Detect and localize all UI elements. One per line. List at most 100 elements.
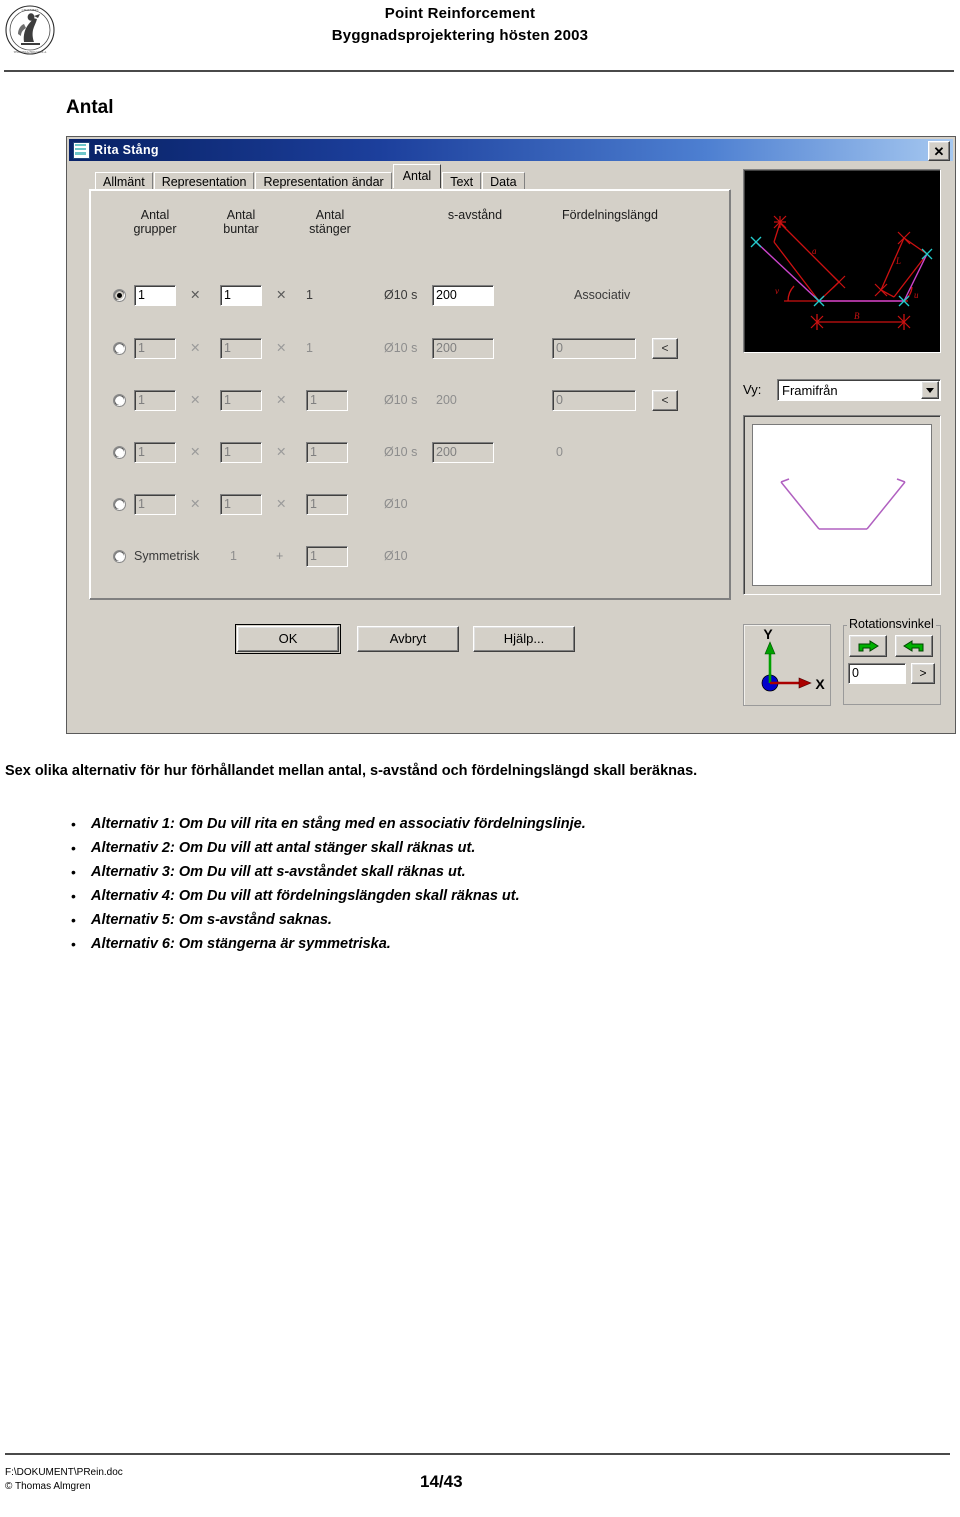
row2-pick-button[interactable]: <: [652, 338, 678, 359]
rotation-angle-group: Rotationsvinkel 0 >: [843, 617, 941, 705]
page-header: CHALMERS TEKNISKA HÖGSKOLA Point Reinfor…: [0, 0, 960, 78]
row4-diameter-label: Ø10 s: [384, 445, 418, 459]
list-item: Alternativ 1: Om Du vill rita en stång m…: [5, 812, 765, 836]
list-item: Alternativ 4: Om Du vill att fördelnings…: [5, 884, 765, 908]
row2-s-avstand-input[interactable]: 200: [432, 338, 494, 359]
radio-alternativ-6[interactable]: [113, 550, 126, 563]
dialog-titlebar[interactable]: Rita Stång ✕: [69, 139, 953, 161]
radio-alternativ-3[interactable]: [113, 394, 126, 407]
svg-text:TEKNISKA HÖGSKOLA: TEKNISKA HÖGSKOLA: [13, 49, 47, 54]
list-item: Alternativ 2: Om Du vill att antal stäng…: [5, 836, 765, 860]
row3-antal-buntar-input[interactable]: 1: [220, 390, 262, 411]
tab-antal[interactable]: Antal: [392, 164, 442, 188]
symmetrisk-left-value: 1: [230, 549, 237, 563]
rebar-3d-preview[interactable]: a L v u B: [743, 169, 941, 353]
row3-fordelningslangd-input[interactable]: 0: [552, 390, 636, 411]
alternative-row-1: 1 ✕ 1 ✕ 1 Ø10 s 200 Associativ: [90, 285, 730, 315]
rotate-right-icon[interactable]: [849, 635, 887, 657]
row2-antal-stanger-value: 1: [306, 341, 313, 355]
list-item: Alternativ 5: Om s-avstånd saknas.: [5, 908, 765, 932]
svg-text:a: a: [812, 246, 817, 256]
column-header-antal-stanger: Antal stänger: [309, 208, 351, 236]
rotation-angle-input[interactable]: 0: [848, 663, 906, 684]
cancel-button[interactable]: Avbryt: [357, 626, 459, 652]
antal-tab-page: Antal grupper Antal buntar Antal stänger s-…: [89, 189, 731, 600]
row1-s-avstand-input[interactable]: 200: [432, 285, 494, 306]
svg-text:u: u: [914, 290, 919, 300]
close-icon[interactable]: ✕: [928, 141, 950, 161]
rotate-left-icon[interactable]: [895, 635, 933, 657]
view-selector-row: Vy: Framifrån: [743, 379, 943, 403]
row3-diameter-label: Ø10 s: [384, 393, 418, 407]
radio-alternativ-1[interactable]: [113, 289, 126, 302]
row5-antal-grupper-input[interactable]: 1: [134, 494, 176, 515]
list-item: Alternativ 6: Om stängerna är symmetrisk…: [5, 932, 765, 956]
row2-antal-grupper-input[interactable]: 1: [134, 338, 176, 359]
radio-alternativ-2[interactable]: [113, 342, 126, 355]
rebar-shape-preview[interactable]: [743, 415, 941, 595]
row3-multiply-2: ✕: [276, 393, 287, 407]
alternative-row-4: 1 ✕ 1 ✕ 1 Ø10 s 200 0: [90, 442, 730, 472]
footer-file-path: F:\DOKUMENT\PRein.doc: [5, 1467, 123, 1478]
alternative-row-3: 1 ✕ 1 ✕ 1 Ø10 s 200 0 <: [90, 390, 730, 420]
column-header-fordelningslangd: Fördelningslängd: [562, 208, 658, 222]
row3-pick-button[interactable]: <: [652, 390, 678, 411]
chevron-down-icon[interactable]: [921, 381, 939, 399]
alternative-row-5: 1 ✕ 1 ✕ 1 Ø10: [90, 494, 730, 524]
row4-antal-stanger-input[interactable]: 1: [306, 442, 348, 463]
footer-left: F:\DOKUMENT\PRein.doc © Thomas Almgren: [5, 1466, 123, 1494]
axis-y-label: Y: [763, 626, 773, 642]
row2-diameter-label: Ø10 s: [384, 341, 418, 355]
column-header-antal-grupper: Antal grupper: [133, 208, 177, 236]
row1-antal-buntar-input[interactable]: 1: [220, 285, 262, 306]
dialog-title: Rita Stång: [94, 143, 159, 157]
view-dropdown-value: Framifrån: [782, 383, 838, 398]
svg-text:L: L: [895, 256, 901, 266]
row1-antal-stanger-value: 1: [306, 288, 313, 302]
symmetrisk-right-input[interactable]: 1: [306, 546, 348, 567]
svg-text:v: v: [775, 286, 779, 296]
view-dropdown[interactable]: Framifrån: [777, 379, 941, 401]
column-header-antal-buntar: Antal buntar: [223, 208, 259, 236]
lead-paragraph: Sex olika alternativ för hur förhållande…: [5, 763, 698, 779]
symmetrisk-diameter-label: Ø10: [384, 549, 408, 563]
axis-indicator: Y X: [743, 624, 831, 706]
row2-fordelningslangd-input[interactable]: 0: [552, 338, 636, 359]
footer-copyright: © Thomas Almgren: [5, 1481, 91, 1492]
row1-multiply-2: ✕: [276, 288, 287, 302]
row5-multiply-1: ✕: [190, 497, 201, 511]
application-icon: [73, 141, 90, 159]
rita-stang-dialog: Rita Stång ✕ Allmänt Representation Repr…: [66, 136, 956, 734]
radio-alternativ-4[interactable]: [113, 446, 126, 459]
row3-antal-stanger-input[interactable]: 1: [306, 390, 348, 411]
footer-divider: [5, 1453, 950, 1455]
row5-multiply-2: ✕: [276, 497, 287, 511]
row4-multiply-1: ✕: [190, 445, 201, 459]
rotation-more-button[interactable]: >: [911, 663, 935, 684]
alternative-row-6-symmetric: Symmetrisk 1 + 1 Ø10: [90, 546, 730, 576]
row1-multiply-1: ✕: [190, 288, 201, 302]
ok-button[interactable]: OK: [235, 624, 341, 654]
row1-fordelningslangd-value: Associativ: [574, 288, 631, 302]
radio-alternativ-5[interactable]: [113, 498, 126, 511]
row5-antal-stanger-input[interactable]: 1: [306, 494, 348, 515]
document-title: Point Reinforcement: [384, 5, 536, 22]
row4-antal-grupper-input[interactable]: 1: [134, 442, 176, 463]
row5-antal-buntar-input[interactable]: 1: [220, 494, 262, 515]
row2-antal-buntar-input[interactable]: 1: [220, 338, 262, 359]
rebar-shape-canvas: [752, 424, 932, 586]
row3-antal-grupper-input[interactable]: 1: [134, 390, 176, 411]
row4-multiply-2: ✕: [276, 445, 287, 459]
row4-s-avstand-input[interactable]: 200: [432, 442, 494, 463]
row2-multiply-1: ✕: [190, 341, 201, 355]
svg-text:B: B: [854, 311, 860, 321]
column-header-s-avstand: s-avstånd: [447, 208, 503, 222]
row1-antal-grupper-input[interactable]: 1: [134, 285, 176, 306]
row4-fordelningslangd-value: 0: [556, 445, 563, 459]
row4-antal-buntar-input[interactable]: 1: [220, 442, 262, 463]
symmetrisk-operator: +: [276, 549, 284, 563]
list-item: Alternativ 3: Om Du vill att s-avståndet…: [5, 860, 765, 884]
row3-multiply-1: ✕: [190, 393, 201, 407]
alternative-row-2: 1 ✕ 1 ✕ 1 Ø10 s 200 0 <: [90, 338, 730, 368]
help-button[interactable]: Hjälp...: [473, 626, 575, 652]
